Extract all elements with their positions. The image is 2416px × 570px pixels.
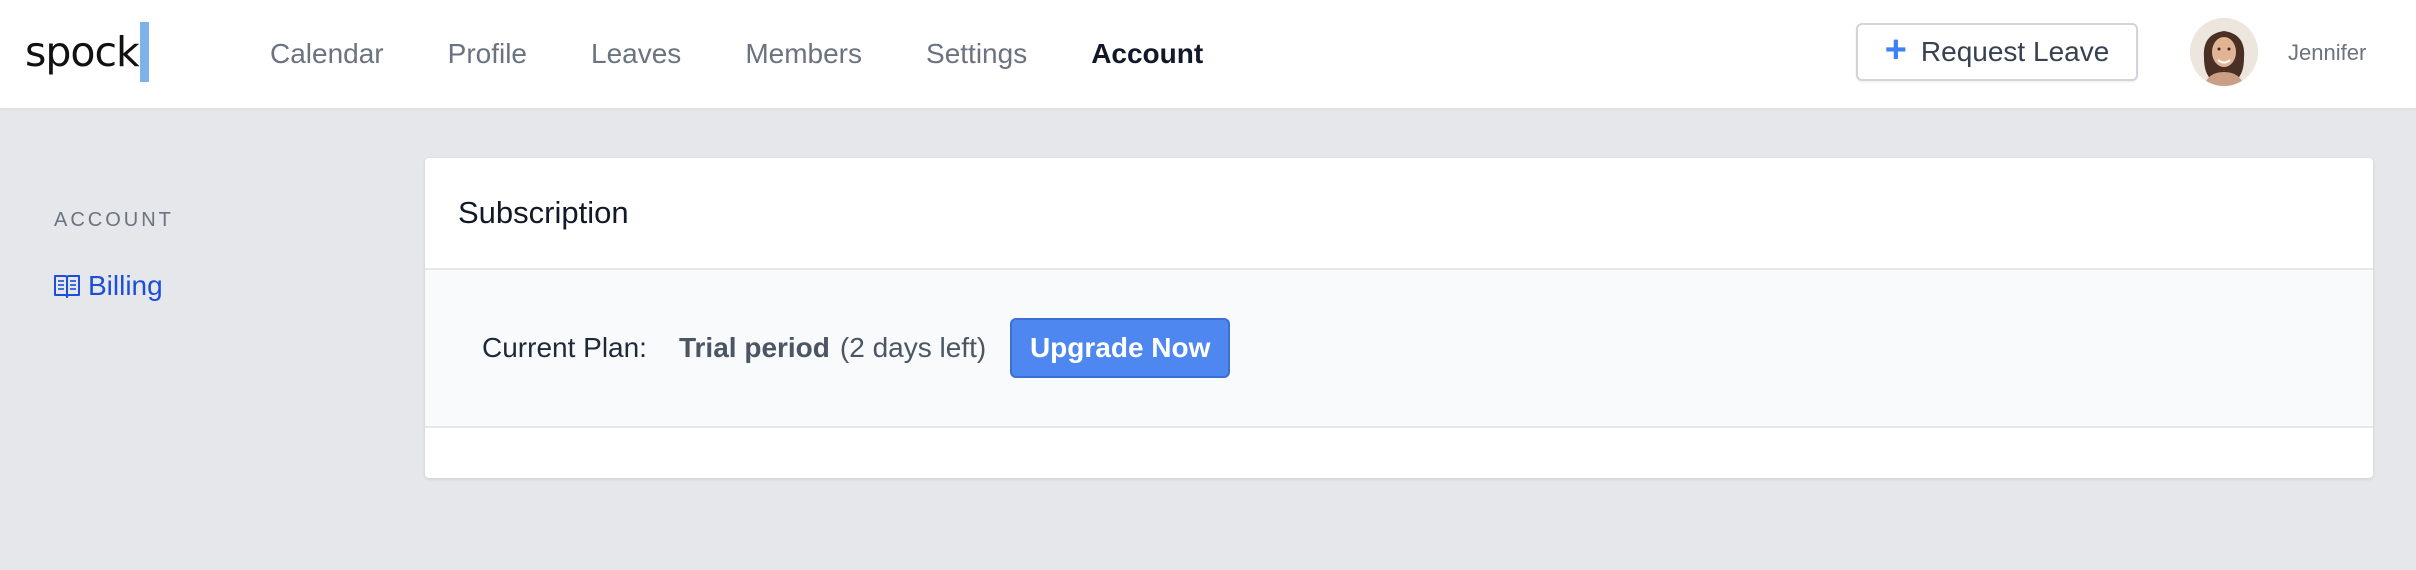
current-plan-label: Current Plan: xyxy=(482,332,647,363)
plan-name: Trial period xyxy=(678,332,830,363)
avatar-photo-icon xyxy=(2190,18,2258,86)
plan-remaining: (2 days left) xyxy=(839,332,987,363)
nav-item-leaves[interactable]: Leaves xyxy=(591,38,681,70)
card-header: Subscription xyxy=(425,158,2373,270)
user-name[interactable]: Jennifer xyxy=(2288,40,2366,66)
nav-item-calendar[interactable]: Calendar xyxy=(270,38,384,70)
nav-item-members[interactable]: Members xyxy=(745,38,862,70)
book-icon xyxy=(54,275,80,298)
main-nav: Calendar Profile Leaves Members Settings… xyxy=(270,0,1267,108)
top-navigation-bar: spock Calendar Profile Leaves Members Se… xyxy=(0,0,2416,108)
user-avatar[interactable] xyxy=(2190,18,2258,86)
request-leave-button[interactable]: + Request Leave xyxy=(1856,23,2138,81)
plus-icon: + xyxy=(1884,29,1907,71)
nav-item-settings[interactable]: Settings xyxy=(926,38,1027,70)
upgrade-now-button[interactable]: Upgrade Now xyxy=(1010,318,1231,378)
card-title: Subscription xyxy=(458,195,629,230)
nav-item-profile[interactable]: Profile xyxy=(448,38,527,70)
subscription-card: Subscription Current Plan: Trial period … xyxy=(425,158,2373,478)
sidebar-item-billing[interactable]: Billing xyxy=(52,270,163,302)
logo-cursor-bar xyxy=(139,22,149,82)
spock-logo[interactable]: spock xyxy=(25,22,149,82)
sidebar-heading: ACCOUNT xyxy=(54,209,174,231)
request-leave-label: Request Leave xyxy=(1920,36,2110,67)
sidebar-item-label: Billing xyxy=(88,270,163,301)
nav-item-account[interactable]: Account xyxy=(1091,38,1203,70)
current-plan-row: Current Plan: Trial period (2 days left)… xyxy=(425,270,2373,428)
logo-text: spock xyxy=(25,28,140,76)
